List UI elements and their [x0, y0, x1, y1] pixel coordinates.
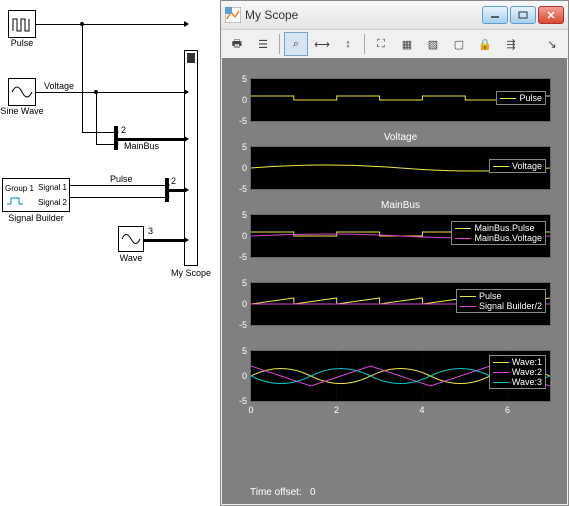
scope-label: My Scope [166, 268, 216, 278]
legend-5: Wave:1 Wave:2 Wave:3 [489, 355, 546, 389]
lock-icon[interactable]: 🔒 [473, 32, 497, 56]
time-offset: Time offset: 0 [250, 485, 551, 500]
toolbar: 🖶 ☰ ⌕ ⟷ ↕ ⛶ ▦ ▧ ▢ 🔒 ⇶ ↘ [221, 30, 568, 59]
zoom-x-icon[interactable]: ⟷ [310, 32, 334, 56]
zoom-y-icon[interactable]: ↕ [336, 32, 360, 56]
titlebar[interactable]: My Scope [221, 1, 568, 30]
scope-window: My Scope 🖶 ☰ ⌕ ⟷ ↕ ⛶ ▦ ▧ ▢ 🔒 ⇶ ↘ 5 0 -5 [220, 0, 569, 506]
plot-3[interactable]: MainBus 5 0 -5 MainBus.Pulse MainBus.Vol… [250, 200, 551, 258]
wave-label: Wave [116, 253, 146, 263]
app-icon [225, 7, 241, 23]
wave-block[interactable] [118, 226, 144, 252]
legend-2: Voltage [489, 159, 546, 173]
pulse-block[interactable] [8, 10, 36, 38]
scope-body: 5 0 -5 Pulse Voltage 5 0 -5 Volta [222, 58, 567, 504]
window-title: My Scope [245, 8, 482, 22]
float-icon[interactable]: ▢ [447, 32, 471, 56]
legend-4: Pulse Signal Builder/2 [456, 289, 546, 313]
signal-select-icon[interactable]: ⇶ [499, 32, 523, 56]
signal-builder-label: Signal Builder [2, 213, 70, 223]
zoom-icon[interactable]: ⌕ [284, 32, 308, 56]
legend-3: MainBus.Pulse MainBus.Voltage [451, 221, 546, 245]
chevron-icon[interactable]: ↘ [540, 32, 564, 56]
save-axes-icon[interactable]: ▦ [395, 32, 419, 56]
plot-2[interactable]: Voltage 5 0 -5 Voltage [250, 132, 551, 190]
print-icon[interactable]: 🖶 [225, 32, 249, 56]
scope-block[interactable] [184, 50, 198, 266]
legend-1: Pulse [496, 91, 546, 105]
close-button[interactable] [538, 6, 564, 24]
pulse-label: Pulse [8, 38, 36, 48]
sine-label: Sine Wave [0, 106, 44, 116]
signal-builder-block[interactable]: Group 1 Signal 1 Signal 2 [2, 178, 70, 212]
autoscale-icon[interactable]: ⛶ [369, 32, 393, 56]
maximize-button[interactable] [510, 6, 536, 24]
params-icon[interactable]: ☰ [251, 32, 275, 56]
minimize-button[interactable] [482, 6, 508, 24]
plot-1[interactable]: 5 0 -5 Pulse [250, 64, 551, 122]
plot-5[interactable]: 5 0 -5 0 2 4 6 Wave:1 Wave:2 Wave:3 [250, 336, 551, 402]
plot-4[interactable]: 5 0 -5 Pulse Signal Builder/2 [250, 268, 551, 326]
restore-axes-icon[interactable]: ▧ [421, 32, 445, 56]
simulink-diagram: Pulse Sine Wave Group 1 Signal 1 Signal … [0, 0, 220, 506]
sine-block[interactable] [8, 78, 36, 106]
